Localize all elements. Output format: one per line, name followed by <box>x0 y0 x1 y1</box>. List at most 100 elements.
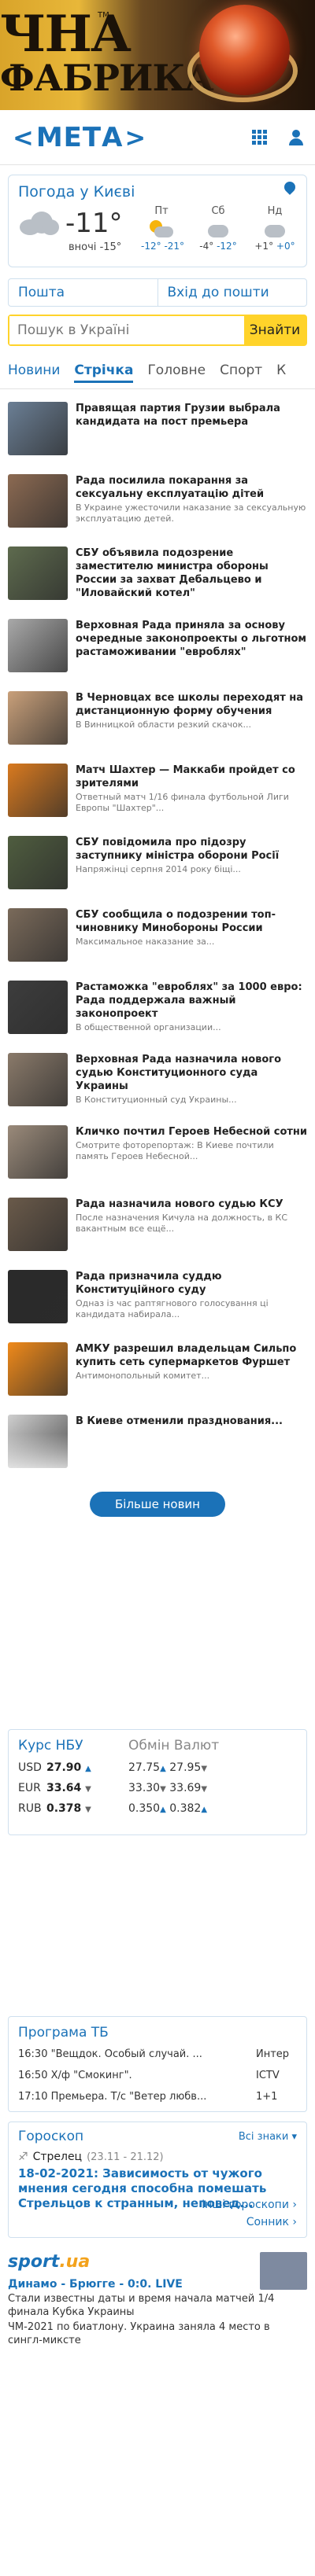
news-thumbnail[interactable] <box>8 619 68 672</box>
search-button[interactable]: Знайти <box>244 316 306 344</box>
news-item[interactable]: Рада призначила суддю Конституційного су… <box>8 1264 307 1336</box>
exchange-rate: 33.30▼ 33.69▼ <box>128 1782 208 1794</box>
news-title[interactable]: Рада посилила покарання за сексуальну ек… <box>76 474 307 501</box>
tabs-divider <box>0 388 315 389</box>
all-signs-dropdown[interactable]: Всі знаки ▾ <box>239 2131 297 2143</box>
news-summary: Антимонопольный комитет... <box>76 1371 210 1381</box>
weather-title[interactable]: Погода у Києві <box>18 183 297 201</box>
sport-news-item[interactable]: ЧМ-2021 по биатлону. Украина заняла 4 ме… <box>8 2320 307 2347</box>
sagittarius-icon: ♐ <box>18 2151 28 2163</box>
news-title[interactable]: Рада призначила суддю Конституційного су… <box>76 1270 307 1297</box>
weather-forecast: Пт -12° -21° Сб -4° -12° Нд +1° +0° <box>141 205 295 252</box>
tab-more[interactable]: К <box>276 362 286 378</box>
news-thumbnail[interactable] <box>8 691 68 745</box>
forecast-low: -12° <box>141 241 161 252</box>
news-item[interactable]: АМКУ разрешил владельцам Сильпо купить с… <box>8 1336 307 1408</box>
news-item[interactable]: Матч Шахтер — Маккаби пройдет со зрителя… <box>8 757 307 830</box>
tv-show[interactable]: 16:30 "Вещдок. Особый случай. ... <box>18 2048 250 2060</box>
tv-show[interactable]: 17:10 Премьера. Т/с "Ветер любв... <box>18 2091 250 2103</box>
news-item[interactable]: В Черновцах все школы переходят на диста… <box>8 685 307 757</box>
user-icon[interactable] <box>288 129 304 145</box>
news-title[interactable]: Растаможка "евроблях" за 1000 евро: Рада… <box>76 981 307 1021</box>
cloud-icon <box>205 220 232 239</box>
news-item[interactable]: СБУ сообщила о подозрении топ-чиновнику … <box>8 902 307 974</box>
mail-login-link[interactable]: Вхід до пошти <box>158 279 307 306</box>
news-thumbnail[interactable] <box>8 1053 68 1106</box>
news-item[interactable]: Верховная Рада назначила нового судью Ко… <box>8 1047 307 1119</box>
news-item[interactable]: СБУ объявила подозрение заместителю мини… <box>8 540 307 613</box>
news-thumbnail[interactable] <box>8 546 68 600</box>
news-thumbnail[interactable] <box>8 981 68 1034</box>
tv-channel[interactable]: ICTV <box>250 2070 297 2081</box>
currency-row: RUB 0.378 ▼ 0.350▲ 0.382▲ <box>18 1802 297 1815</box>
tv-program-title[interactable]: Програма ТБ <box>9 2017 306 2044</box>
dream-book-link[interactable]: Сонник › <box>202 2214 297 2231</box>
news-title[interactable]: Правящая партия Грузии выбрала кандидата… <box>76 402 307 429</box>
sport-photo[interactable] <box>260 2252 307 2290</box>
tv-program-widget: Програма ТБ 16:30 "Вещдок. Особый случай… <box>8 2016 307 2112</box>
news-title[interactable]: В Киеве отменили празднования... <box>76 1415 307 1428</box>
tv-channel[interactable]: Интер <box>250 2048 297 2060</box>
tab-main[interactable]: Головне <box>147 362 206 378</box>
tab-sport[interactable]: Спорт <box>220 362 262 378</box>
tv-show[interactable]: 16:50 Х/ф "Смокинг". <box>18 2070 250 2081</box>
news-summary: Напряжінці серпня 2014 року біщі... <box>76 864 241 874</box>
news-thumbnail[interactable] <box>8 1270 68 1323</box>
search-input[interactable] <box>9 316 244 344</box>
tv-program-row[interactable]: 17:10 Премьера. Т/с "Ветер любв... 1+1 <box>9 2086 306 2107</box>
banner-brand-line1: ЧНА <box>0 5 132 64</box>
news-title[interactable]: АМКУ разрешил владельцам Сильпо купить с… <box>76 1342 307 1369</box>
horoscope-widget: Гороскоп Всі знаки ▾ ♐ Стрелец (23.11 - … <box>8 2122 307 2238</box>
news-title[interactable]: СБУ объявила подозрение заместителю мини… <box>76 546 307 600</box>
news-item[interactable]: Рада посилила покарання за сексуальну ек… <box>8 468 307 540</box>
tab-feed[interactable]: Стрічка <box>74 362 134 383</box>
news-item[interactable]: Растаможка "евроблях" за 1000 евро: Рада… <box>8 974 307 1047</box>
news-item[interactable]: Верховная Рада приняла за основу очередн… <box>8 613 307 685</box>
search-bar: Знайти <box>8 315 307 346</box>
logo-arrow-left: < <box>13 122 35 153</box>
banner-trademark: ТМ <box>98 11 109 20</box>
news-thumbnail[interactable] <box>8 1125 68 1179</box>
apps-grid-icon[interactable] <box>252 129 268 145</box>
news-thumbnail[interactable] <box>8 836 68 889</box>
news-item[interactable]: Рада назначила нового судью КСУ После наз… <box>8 1191 307 1264</box>
currency-row: USD 27.90 ▲ 27.75▲ 27.95▼ <box>18 1761 297 1774</box>
news-title[interactable]: Верховная Рада приняла за основу очередн… <box>76 619 307 659</box>
news-thumbnail[interactable] <box>8 402 68 455</box>
news-title[interactable]: Верховная Рада назначила нового судью Ко… <box>76 1053 307 1093</box>
news-title[interactable]: СБУ сообщила о подозрении топ-чиновнику … <box>76 908 307 935</box>
sport-news-item[interactable]: Стали известны даты и время начала матче… <box>8 2292 307 2319</box>
news-title[interactable]: Кличко почтил Героев Небесной сотни <box>76 1125 307 1139</box>
weather-widget[interactable]: Погода у Києві -11° вночі -15° Пт -12° -… <box>8 175 307 267</box>
news-summary: Одназ із час раптягнового голосування ці… <box>76 1298 269 1319</box>
news-item[interactable]: Правящая партия Грузии выбрала кандидата… <box>8 396 307 468</box>
meta-logo[interactable]: < МЕТА > <box>11 122 148 153</box>
mail-link[interactable]: Пошта <box>9 279 158 306</box>
news-thumbnail[interactable] <box>8 1198 68 1251</box>
tv-program-row[interactable]: 16:30 "Вещдок. Особый случай. ... Интер <box>9 2044 306 2065</box>
horoscope-title[interactable]: Гороскоп <box>18 2129 83 2144</box>
tab-news[interactable]: Новини <box>8 362 60 378</box>
news-thumbnail[interactable] <box>8 474 68 528</box>
tv-channel[interactable]: 1+1 <box>250 2091 297 2103</box>
news-thumbnail[interactable] <box>8 908 68 962</box>
news-thumbnail[interactable] <box>8 1342 68 1396</box>
nbu-rate-title[interactable]: Курс НБУ <box>18 1738 128 1754</box>
forecast-high: -12° <box>217 241 237 252</box>
other-horoscopes-link[interactable]: Інші гороскопи › <box>202 2196 297 2214</box>
news-summary: Смотрите фоторепортаж: В Киеве почтили п… <box>76 1140 274 1161</box>
ad-banner[interactable]: ЧНА ТМ ФАБРИКА <box>0 0 315 110</box>
news-title[interactable]: СБУ повідомила про підозру заступнику мі… <box>76 836 307 863</box>
more-news-button[interactable]: Більше новин <box>90 1492 225 1517</box>
news-item[interactable]: СБУ повідомила про підозру заступнику мі… <box>8 830 307 902</box>
news-title[interactable]: Рада назначила нового судью КСУ <box>76 1198 307 1211</box>
banner-gem-image <box>199 5 290 95</box>
news-item[interactable]: Кличко почтил Героев Небесной сотни Смотр… <box>8 1119 307 1191</box>
news-summary: В Винницкой области резкий скачок... <box>76 719 251 730</box>
location-pin-icon[interactable] <box>284 182 295 197</box>
news-title[interactable]: В Черновцах все школы переходят на диста… <box>76 691 307 718</box>
tv-program-row[interactable]: 16:50 Х/ф "Смокинг". ICTV <box>9 2065 306 2086</box>
news-title[interactable]: Матч Шахтер — Маккаби пройдет со зрителя… <box>76 764 307 790</box>
exchange-title[interactable]: Обмін Валют <box>128 1738 219 1754</box>
news-thumbnail[interactable] <box>8 764 68 817</box>
